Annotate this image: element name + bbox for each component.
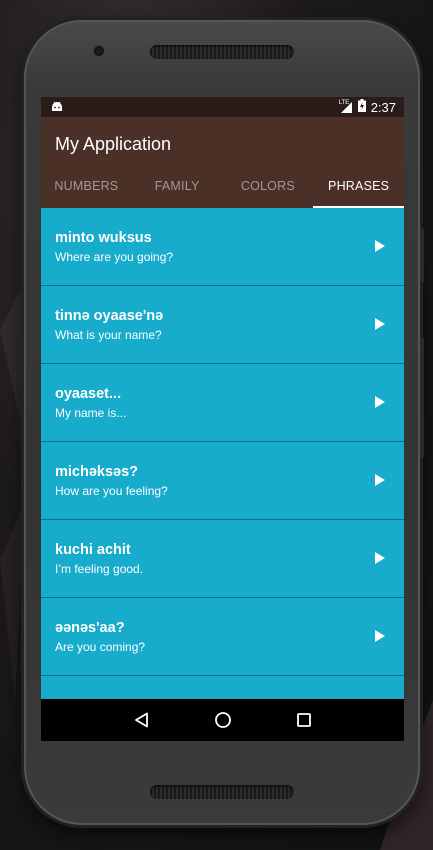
navigation-bar bbox=[41, 699, 404, 741]
tab-phrases[interactable]: PHRASES bbox=[313, 164, 404, 208]
android-notification-icon bbox=[51, 100, 63, 115]
top-speaker bbox=[150, 45, 294, 59]
english-translation: What is your name? bbox=[55, 328, 162, 342]
play-icon[interactable] bbox=[375, 318, 385, 330]
play-icon[interactable] bbox=[375, 474, 385, 486]
miwok-phrase: michəksəs? bbox=[55, 464, 139, 480]
app-title: My Application bbox=[55, 134, 172, 154]
miwok-phrase: əənəs'aa? bbox=[55, 620, 125, 636]
miwok-phrase: oyaaset... bbox=[55, 386, 122, 402]
home-button[interactable] bbox=[203, 700, 243, 740]
english-translation: How are you feeling? bbox=[55, 484, 168, 498]
front-camera bbox=[94, 46, 104, 56]
english-translation: Where are you going? bbox=[55, 250, 174, 264]
english-translation: Are you coming? bbox=[55, 640, 146, 654]
play-icon[interactable] bbox=[375, 552, 385, 564]
list-item[interactable]: kuchi achit I’m feeling good. bbox=[41, 520, 404, 598]
power-button bbox=[420, 338, 424, 458]
phrase-list: minto wuksus Where are you going? tinnə … bbox=[41, 208, 404, 707]
recents-button[interactable] bbox=[284, 700, 324, 740]
home-icon bbox=[214, 712, 231, 728]
battery-charging-icon bbox=[357, 99, 366, 115]
recents-icon bbox=[296, 713, 311, 727]
list-item[interactable]: tinnə oyaase'nə What is your name? bbox=[41, 286, 404, 364]
tab-family[interactable]: FAMILY bbox=[132, 164, 223, 208]
app-bar: My Application NUMBERS FAMILY COLORS PHR… bbox=[41, 117, 404, 208]
tab-colors[interactable]: COLORS bbox=[223, 164, 314, 208]
miwok-phrase: kuchi achit bbox=[55, 542, 131, 558]
signal-icon: LTE bbox=[339, 100, 353, 113]
play-icon[interactable] bbox=[375, 396, 385, 408]
status-indicators: LTE 2:37 bbox=[339, 99, 396, 115]
play-icon[interactable] bbox=[375, 630, 385, 642]
bottom-speaker bbox=[150, 785, 294, 799]
clock: 2:37 bbox=[370, 99, 396, 115]
list-item[interactable]: michəksəs? How are you feeling? bbox=[41, 442, 404, 520]
miwok-phrase: tinnə oyaase'nə bbox=[55, 308, 164, 324]
tab-numbers[interactable]: NUMBERS bbox=[41, 164, 132, 208]
back-icon bbox=[134, 712, 148, 728]
play-icon[interactable] bbox=[375, 240, 385, 252]
miwok-phrase: minto wuksus bbox=[55, 230, 152, 246]
english-translation: My name is... bbox=[55, 406, 127, 420]
device-screen: LTE 2:37 My Application NUMBERS FAMILY C… bbox=[41, 97, 404, 741]
back-button[interactable] bbox=[122, 700, 162, 740]
status-bar: LTE 2:37 bbox=[41, 97, 404, 117]
volume-button bbox=[420, 228, 424, 283]
list-item[interactable]: oyaaset... My name is... bbox=[41, 364, 404, 442]
list-item[interactable]: minto wuksus Where are you going? bbox=[41, 208, 404, 286]
english-translation: I’m feeling good. bbox=[55, 562, 144, 576]
list-item[interactable]: əənəs'aa? Are you coming? bbox=[41, 598, 404, 676]
tab-bar: NUMBERS FAMILY COLORS PHRASES bbox=[41, 164, 404, 208]
